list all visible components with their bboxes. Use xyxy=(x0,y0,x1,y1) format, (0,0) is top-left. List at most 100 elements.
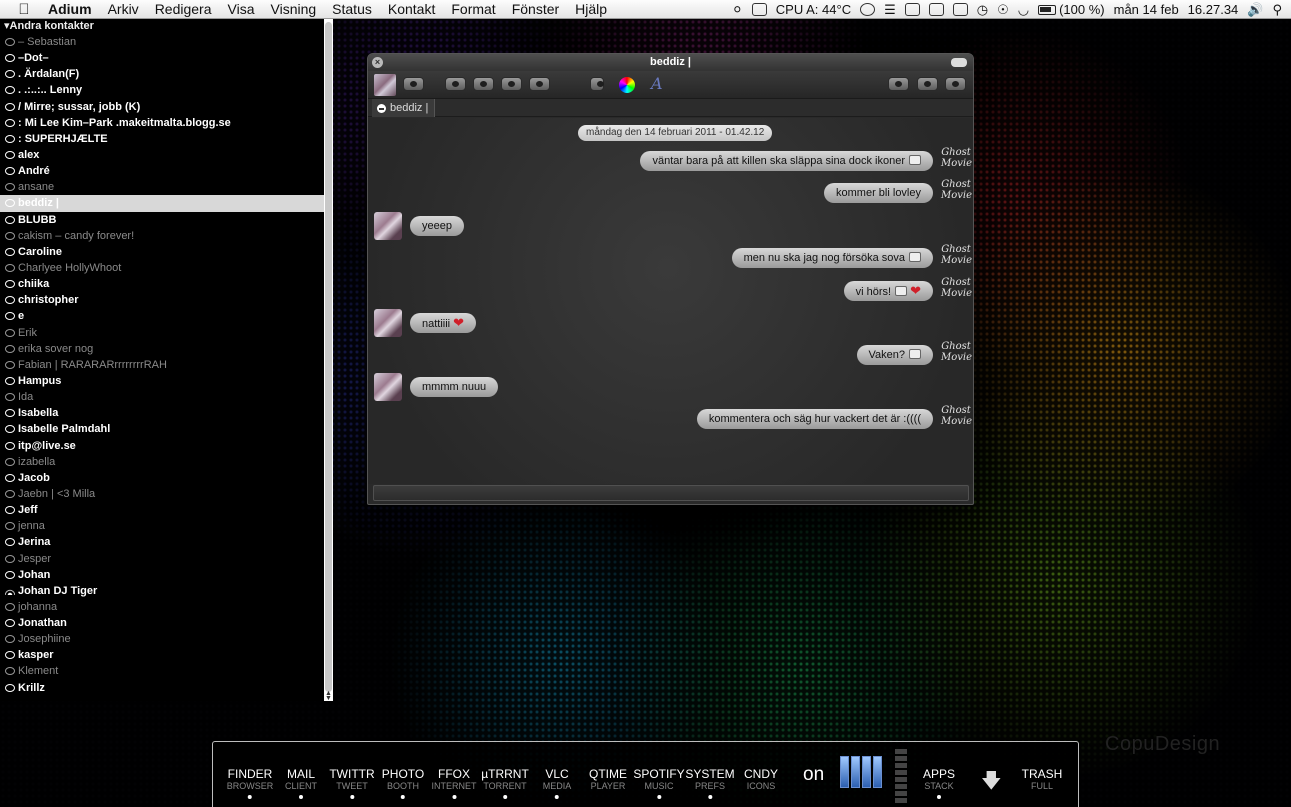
contact-item[interactable]: Johan DJ Tiger xyxy=(0,583,324,599)
contact-item[interactable]: / Mirre; sussar, jobb (K) xyxy=(0,99,324,115)
dock-item-trash[interactable]: TRASH FULL xyxy=(1022,768,1063,792)
volume-icon[interactable]: 🔊 xyxy=(1247,2,1263,18)
contact-item[interactable]: Jonathan xyxy=(0,615,324,631)
dock-item-ffox[interactable]: FFOX INTERNET xyxy=(432,768,477,799)
downloads-arrow-icon[interactable]: 🡇 xyxy=(981,766,1002,800)
dock-item-mail[interactable]: MAIL CLIENT xyxy=(285,768,317,799)
contact-item[interactable]: johanna xyxy=(0,599,324,615)
bluetooth-icon[interactable]: ☉ xyxy=(997,2,1009,18)
lock-button[interactable] xyxy=(403,77,424,91)
settings-button[interactable] xyxy=(945,77,966,91)
menu-kontakt[interactable]: Kontakt xyxy=(380,1,443,17)
calendar-icon[interactable] xyxy=(904,3,920,16)
contact-item[interactable]: André xyxy=(0,163,324,179)
dock-item-qtime[interactable]: QTIME PLAYER xyxy=(589,768,627,792)
block-button[interactable] xyxy=(473,77,494,91)
menu-status[interactable]: Status xyxy=(324,1,380,17)
dock-item-finder[interactable]: FINDER BROWSER xyxy=(227,768,273,799)
scrollbar-thumb[interactable] xyxy=(325,22,332,692)
contact-item[interactable]: izabella xyxy=(0,454,324,470)
contact-item[interactable]: Klement xyxy=(0,663,324,679)
list-icon[interactable]: ☰ xyxy=(884,2,896,18)
menu-app-name[interactable]: Adium xyxy=(48,1,100,17)
dock-item-twittr[interactable]: TWITTR TWEET xyxy=(329,768,375,799)
contact-item[interactable]: Charlyee HollyWhoot xyxy=(0,260,324,276)
contact-item[interactable]: Jeff xyxy=(0,502,324,518)
record-icon[interactable] xyxy=(860,3,876,16)
contact-item[interactable]: alex xyxy=(0,147,324,163)
contact-item[interactable]: Jacob xyxy=(0,470,324,486)
contact-group-header[interactable]: ▾Andra kontakter xyxy=(0,19,333,34)
message-button[interactable] xyxy=(445,77,466,91)
contact-item[interactable]: Hampus xyxy=(0,373,324,389)
dock-item-photo[interactable]: PHOTO BOOTH xyxy=(382,768,424,799)
dock-item-cndy[interactable]: CNDY ICONS xyxy=(744,768,778,792)
contact-avatar[interactable] xyxy=(374,74,396,96)
menu-format[interactable]: Format xyxy=(443,1,503,17)
menu-arkiv[interactable]: Arkiv xyxy=(100,1,147,17)
dock-item-trrnt[interactable]: µTRRNT TORRENT xyxy=(481,768,529,799)
dock-item-system[interactable]: SYSTEM PREFS xyxy=(685,768,735,799)
web-button[interactable] xyxy=(529,77,550,91)
contact-item[interactable]: : SUPERHJÆLTE xyxy=(0,131,324,147)
contact-item[interactable]: chiika xyxy=(0,276,324,292)
contact-item[interactable]: – Sebastian xyxy=(0,34,324,50)
adium-status-icon[interactable]: ⚪ xyxy=(732,2,743,18)
contact-item[interactable]: . Ärdalan(F) xyxy=(0,66,324,82)
chat-tab[interactable]: beddiz | xyxy=(372,99,436,117)
spotlight-search-icon[interactable]: ⚲ xyxy=(1272,2,1282,18)
contact-item[interactable]: Jerina xyxy=(0,534,324,550)
ffox-button[interactable] xyxy=(557,77,578,91)
clock-time[interactable]: 16.27.34 xyxy=(1188,2,1239,17)
menu-visa[interactable]: Visa xyxy=(220,1,263,17)
contact-item[interactable]: –Dot– xyxy=(0,50,324,66)
toolbar-toggle-button[interactable] xyxy=(951,58,967,67)
dock-item-spotify[interactable]: SPOTIFY MUSIC xyxy=(633,768,685,799)
contact-item[interactable]: Caroline xyxy=(0,244,324,260)
menu-fonster[interactable]: Fönster xyxy=(504,1,567,17)
equalizer-icon[interactable] xyxy=(840,756,882,788)
contact-item[interactable]: cakism – candy forever! xyxy=(0,228,324,244)
menu-redigera[interactable]: Redigera xyxy=(147,1,220,17)
remove-button[interactable] xyxy=(501,77,522,91)
contact-item[interactable]: Johan xyxy=(0,567,324,583)
contact-item[interactable]: kasper xyxy=(0,647,324,663)
time-machine-icon[interactable]: ◷ xyxy=(977,2,988,18)
font-icon[interactable]: A xyxy=(651,74,663,93)
contact-item[interactable]: Isabella xyxy=(0,405,324,421)
contact-item[interactable]: itp@live.se xyxy=(0,438,324,454)
contact-item[interactable]: Josephiine xyxy=(0,631,324,647)
contact-item[interactable]: jenna xyxy=(0,518,324,534)
battery-indicator[interactable]: (100 %) xyxy=(1038,2,1105,17)
menu-visning[interactable]: Visning xyxy=(263,1,325,17)
contact-item[interactable]: Jesper xyxy=(0,551,324,567)
menu-hjalp[interactable]: Hjälp xyxy=(567,1,615,17)
apple-menu-icon[interactable]:  xyxy=(0,1,48,18)
attach-file-button[interactable] xyxy=(888,77,909,91)
contact-item[interactable]: erika sover nog xyxy=(0,341,324,357)
dock-item-apps[interactable]: APPS STACK xyxy=(923,768,955,799)
info-button[interactable] xyxy=(917,77,938,91)
dock-item-vlc[interactable]: VLC MEDIA xyxy=(543,768,571,799)
contact-item[interactable]: Isabelle Palmdahl xyxy=(0,421,324,437)
contact-item[interactable]: : Mi Lee Kim–Park .makeitmalta.blogg.se xyxy=(0,115,324,131)
contact-list-scrollbar[interactable]: ▲ ▼ xyxy=(324,19,333,702)
contact-item[interactable]: . .:..:.. Lenny xyxy=(0,82,324,98)
contact-item[interactable]: e xyxy=(0,308,324,324)
scroll-down-arrow[interactable]: ▼ xyxy=(325,695,332,702)
contact-item[interactable]: Fabian | RARARARrrrrrrrrRAH xyxy=(0,357,324,373)
phone-button[interactable] xyxy=(590,77,604,91)
contact-item[interactable]: Erik xyxy=(0,325,324,341)
menumeter-icon[interactable] xyxy=(928,3,944,16)
contact-item[interactable]: christopher xyxy=(0,292,324,308)
message-input[interactable] xyxy=(373,485,969,501)
cpu-temp[interactable]: CPU A: 44°C xyxy=(776,2,851,17)
color-wheel-icon[interactable] xyxy=(619,77,635,93)
clock-date[interactable]: mån 14 feb xyxy=(1114,2,1179,17)
contact-item[interactable]: BLUBB xyxy=(0,212,324,228)
contact-item[interactable]: ansane xyxy=(0,179,324,195)
display-icon[interactable] xyxy=(952,3,968,16)
contact-item[interactable]: Krillz xyxy=(0,680,324,696)
contact-item[interactable]: Ida xyxy=(0,389,324,405)
contact-item[interactable]: beddiz | xyxy=(0,195,324,212)
